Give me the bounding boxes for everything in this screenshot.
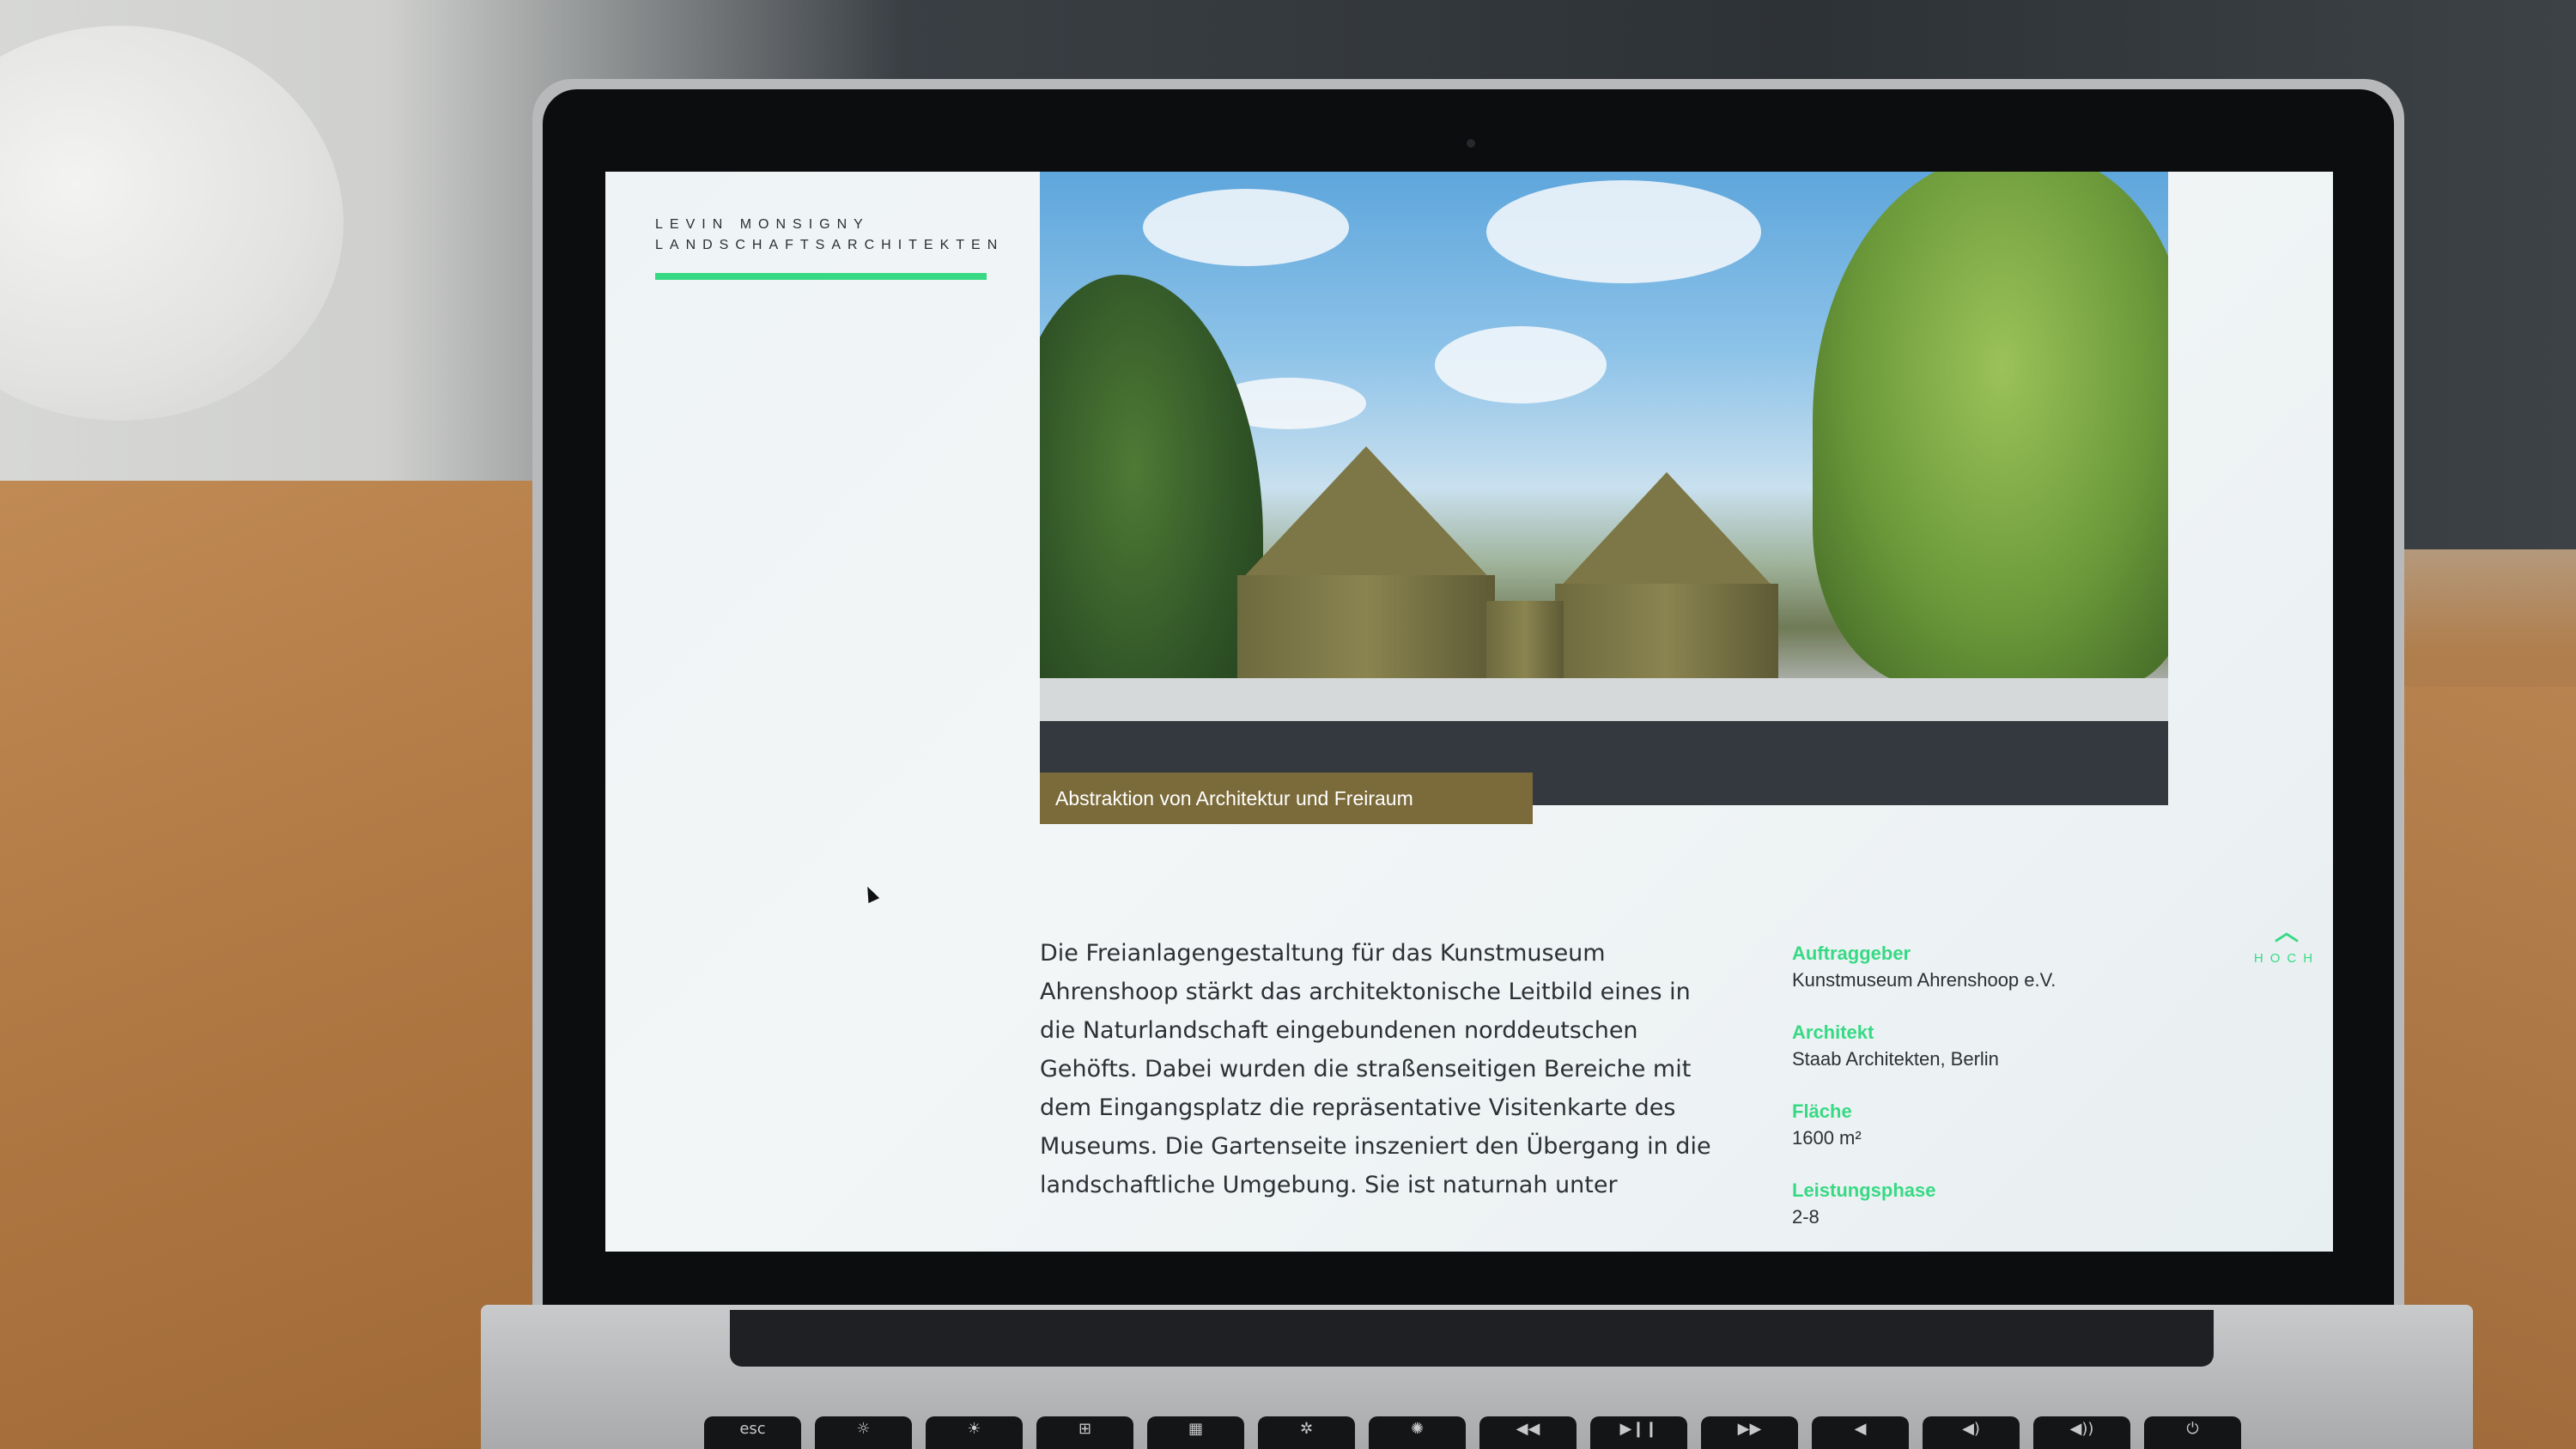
detail-area: Fläche 1600 m² xyxy=(1792,1099,2136,1152)
site-logo[interactable]: LEVIN MONSIGNY LANDSCHAFTSARCHITEKTEN xyxy=(655,215,1004,256)
detail-value: 1600 m² xyxy=(1792,1127,1862,1149)
detail-client: Auftraggeber Kunstmuseum Ahrenshoop e.V. xyxy=(1792,941,2136,994)
keyboard-key: ⊞ xyxy=(1036,1416,1133,1449)
keyboard-key: ✲ xyxy=(1258,1416,1355,1449)
logo-line-1: LEVIN MONSIGNY xyxy=(655,217,870,232)
detail-value: Kunstmuseum Ahrenshoop e.V. xyxy=(1792,969,2057,991)
project-details: Auftraggeber Kunstmuseum Ahrenshoop e.V.… xyxy=(1792,941,2136,1252)
detail-value: Staab Architekten, Berlin xyxy=(1792,1048,1999,1070)
keyboard-key: ⏻ xyxy=(2144,1416,2241,1449)
keyboard-key: ☀ xyxy=(926,1416,1023,1449)
back-to-top-button[interactable]: ︿ HOCH xyxy=(2244,919,2330,967)
logo-accent-bar xyxy=(655,273,987,280)
hero-caption: Abstraktion von Architektur und Freiraum xyxy=(1040,773,1533,824)
browser-page: LEVIN MONSIGNY LANDSCHAFTSARCHITEKTEN Ab… xyxy=(605,172,2333,1252)
keyboard-key: ◀ xyxy=(1812,1416,1909,1449)
keyboard-key: ✺ xyxy=(1369,1416,1466,1449)
detail-label: Architekt xyxy=(1792,1022,1874,1043)
keyboard-key: ▶▶ xyxy=(1701,1416,1798,1449)
project-description: Die Freianlagengestaltung für das Kunstm… xyxy=(1040,940,1711,1198)
detail-label: Fläche xyxy=(1792,1100,1852,1122)
cloud-shape xyxy=(1486,180,1761,283)
keyboard-key: esc xyxy=(704,1416,801,1449)
camera-icon xyxy=(1467,139,1475,148)
museum-roof-shape xyxy=(1555,472,1778,592)
detail-phase: Leistungsphase 2-8 xyxy=(1792,1178,2136,1231)
keyboard-row: esc ☼ ☀ ⊞ ▦ ✲ ✺ ◀◀ ▶❙❙ ▶▶ ◀ ◀) ◀)) ⏻ xyxy=(704,1416,2241,1449)
hero-image xyxy=(1040,172,2168,805)
cloud-shape xyxy=(1435,326,1607,403)
chevron-up-icon: ︿ xyxy=(2274,919,2299,945)
back-to-top-label: HOCH xyxy=(2253,951,2320,966)
detail-label: Leistungsphase xyxy=(1792,1179,1936,1201)
detail-label: Auftraggeber xyxy=(1792,943,1911,964)
keyboard-key: ◀) xyxy=(1923,1416,2020,1449)
keyboard-key: ▦ xyxy=(1147,1416,1244,1449)
cloud-shape xyxy=(1143,189,1349,266)
tree-shape xyxy=(1813,172,2168,687)
detail-value: 2-8 xyxy=(1792,1206,1820,1228)
museum-roof-shape xyxy=(1237,446,1495,584)
mouse-cursor-icon xyxy=(861,883,880,904)
detail-architect: Architekt Staab Architekten, Berlin xyxy=(1792,1020,2136,1073)
keyboard-key: ▶❙❙ xyxy=(1590,1416,1687,1449)
keyboard-key: ☼ xyxy=(815,1416,912,1449)
keyboard-key: ◀◀ xyxy=(1479,1416,1577,1449)
pavement-shape xyxy=(1040,678,2168,726)
keyboard-key: ◀)) xyxy=(2033,1416,2130,1449)
laptop-hinge xyxy=(730,1310,2214,1367)
logo-line-2: LANDSCHAFTSARCHITEKTEN xyxy=(655,238,1005,252)
